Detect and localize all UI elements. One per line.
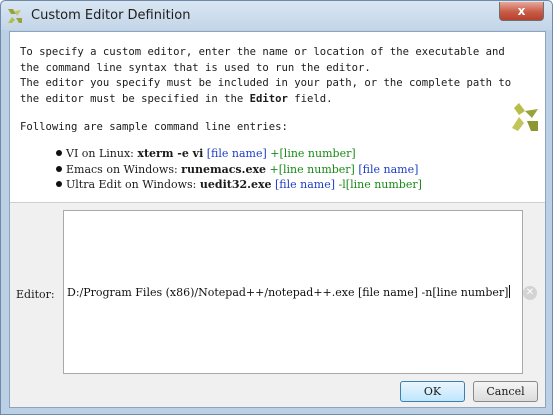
sample-command: runemacs.exe xyxy=(181,162,267,176)
dialog-window: Custom Editor Definition x To specify a … xyxy=(0,0,553,415)
sample-line-arg: +[line number] xyxy=(266,162,355,176)
sample-ultraedit-windows: Ultra Edit on Windows: uedit32.exe [file… xyxy=(56,177,422,193)
xilinx-logo-icon xyxy=(8,9,22,23)
samples-heading: Following are sample command line entrie… xyxy=(20,121,288,133)
editor-input[interactable]: D:/Program Files (x86)/Notepad++/notepad… xyxy=(63,210,523,374)
instruction-line: the command line syntax that is used to … xyxy=(20,61,371,74)
sample-file-arg: [file name] xyxy=(203,147,267,160)
editor-field-reference: Editor xyxy=(249,92,288,105)
bullet-icon xyxy=(56,150,62,156)
title-bar[interactable]: Custom Editor Definition x xyxy=(1,1,552,30)
xilinx-logo-icon xyxy=(512,103,538,131)
cancel-button[interactable]: Cancel xyxy=(473,381,538,402)
sample-label: VI on Linux: xyxy=(66,147,138,160)
clear-x-glyph: ✕ xyxy=(525,287,535,298)
sample-label: Ultra Edit on Windows: xyxy=(66,178,200,191)
sample-file-arg: [file name] xyxy=(271,178,336,191)
sample-vi-linux: VI on Linux: xterm -e vi [file name] +[l… xyxy=(56,146,422,162)
sample-line-arg: -l[line number] xyxy=(335,178,422,191)
instruction-line: field. xyxy=(287,92,333,105)
sample-file-arg: [file name] xyxy=(354,162,419,176)
samples-list: VI on Linux: xterm -e vi [file name] +[l… xyxy=(56,146,422,193)
bullet-icon xyxy=(56,181,62,187)
close-icon: x xyxy=(517,4,526,18)
instruction-line: To specify a custom editor, enter the na… xyxy=(20,46,505,58)
editor-label: Editor: xyxy=(16,288,55,301)
editor-value: D:/Program Files (x86)/Notepad++/notepad… xyxy=(67,285,511,299)
bullet-icon xyxy=(56,165,62,172)
window-title: Custom Editor Definition xyxy=(31,8,191,23)
clear-field-icon[interactable]: ✕ xyxy=(523,286,537,300)
instructions-text: To specify a custom editor, enter the na… xyxy=(20,45,511,107)
close-button[interactable]: x xyxy=(499,2,544,21)
sample-line-arg: +[line number] xyxy=(266,147,356,160)
sample-emacs-windows: Emacs on Windows: runemacs.exe +[line nu… xyxy=(56,162,422,178)
instruction-line: the editor must be specified in the xyxy=(20,92,250,105)
text-caret xyxy=(509,285,511,298)
instruction-line: The editor you specify must be included … xyxy=(20,77,512,89)
sample-label: Emacs on Windows: xyxy=(66,162,182,176)
sample-command: xterm -e vi xyxy=(137,147,204,160)
instructions-panel: To specify a custom editor, enter the na… xyxy=(10,32,545,203)
dialog-body: To specify a custom editor, enter the na… xyxy=(9,31,546,408)
sample-command: uedit32.exe xyxy=(199,178,272,191)
ok-button[interactable]: OK xyxy=(400,381,465,402)
editor-command-text: D:/Program Files (x86)/Notepad++/notepad… xyxy=(67,286,509,299)
